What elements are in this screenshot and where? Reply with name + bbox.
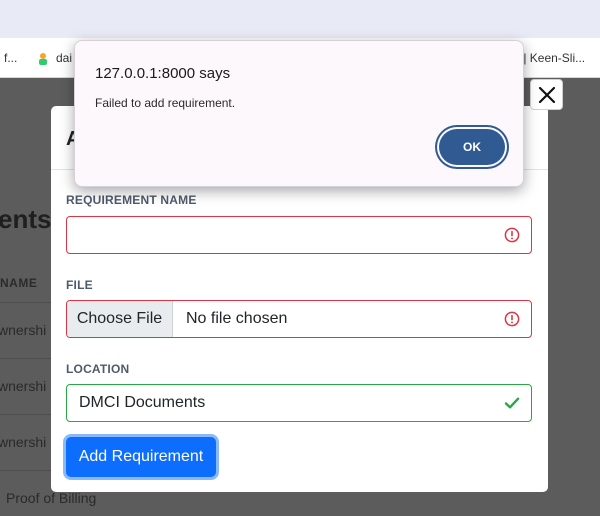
add-requirement-button[interactable]: Add Requirement [66, 437, 216, 477]
choose-file-button[interactable]: Choose File [67, 301, 173, 337]
bookmark-item[interactable]: f... [4, 51, 17, 65]
tab-strip [0, 0, 600, 38]
location-label: LOCATION [66, 362, 130, 376]
alert-message: Failed to add requirement. [95, 96, 236, 110]
file-label: FILE [66, 278, 93, 292]
table-row: Proof of Billing [6, 490, 97, 506]
requirement-name-label: REQUIREMENT NAME [66, 193, 197, 207]
alert-origin: 127.0.0.1:8000 says [95, 65, 231, 82]
exclamation-circle-icon [504, 311, 520, 327]
ok-button[interactable]: OK [439, 129, 505, 165]
table-column-header: NAME [0, 276, 38, 290]
divider [0, 302, 52, 303]
close-button[interactable] [530, 79, 563, 110]
alert-dialog: 127.0.0.1:8000 says Failed to add requir… [74, 40, 524, 187]
page-heading: ents [0, 204, 52, 234]
divider [0, 414, 52, 415]
requirement-name-input[interactable] [67, 217, 531, 253]
location-input[interactable] [67, 385, 531, 421]
requirement-name-field[interactable] [66, 216, 532, 254]
divider [0, 470, 52, 471]
file-status-text: No file chosen [186, 310, 288, 327]
bookmark-item[interactable]: dai [56, 51, 72, 65]
divider [0, 358, 52, 359]
browser-chrome [0, 0, 600, 40]
table-row: wnershi [0, 378, 47, 394]
exclamation-circle-icon [504, 227, 520, 243]
table-row: wnershi [0, 322, 47, 338]
close-icon [538, 86, 555, 103]
bookmark-item[interactable]: s | Keen-Sli... [514, 51, 585, 65]
table-row: wnershi [0, 434, 47, 450]
check-icon [504, 397, 520, 409]
bookmark-favicon-icon [38, 53, 48, 65]
file-field[interactable]: Choose File No file chosen [66, 300, 532, 338]
location-field[interactable] [66, 384, 532, 422]
